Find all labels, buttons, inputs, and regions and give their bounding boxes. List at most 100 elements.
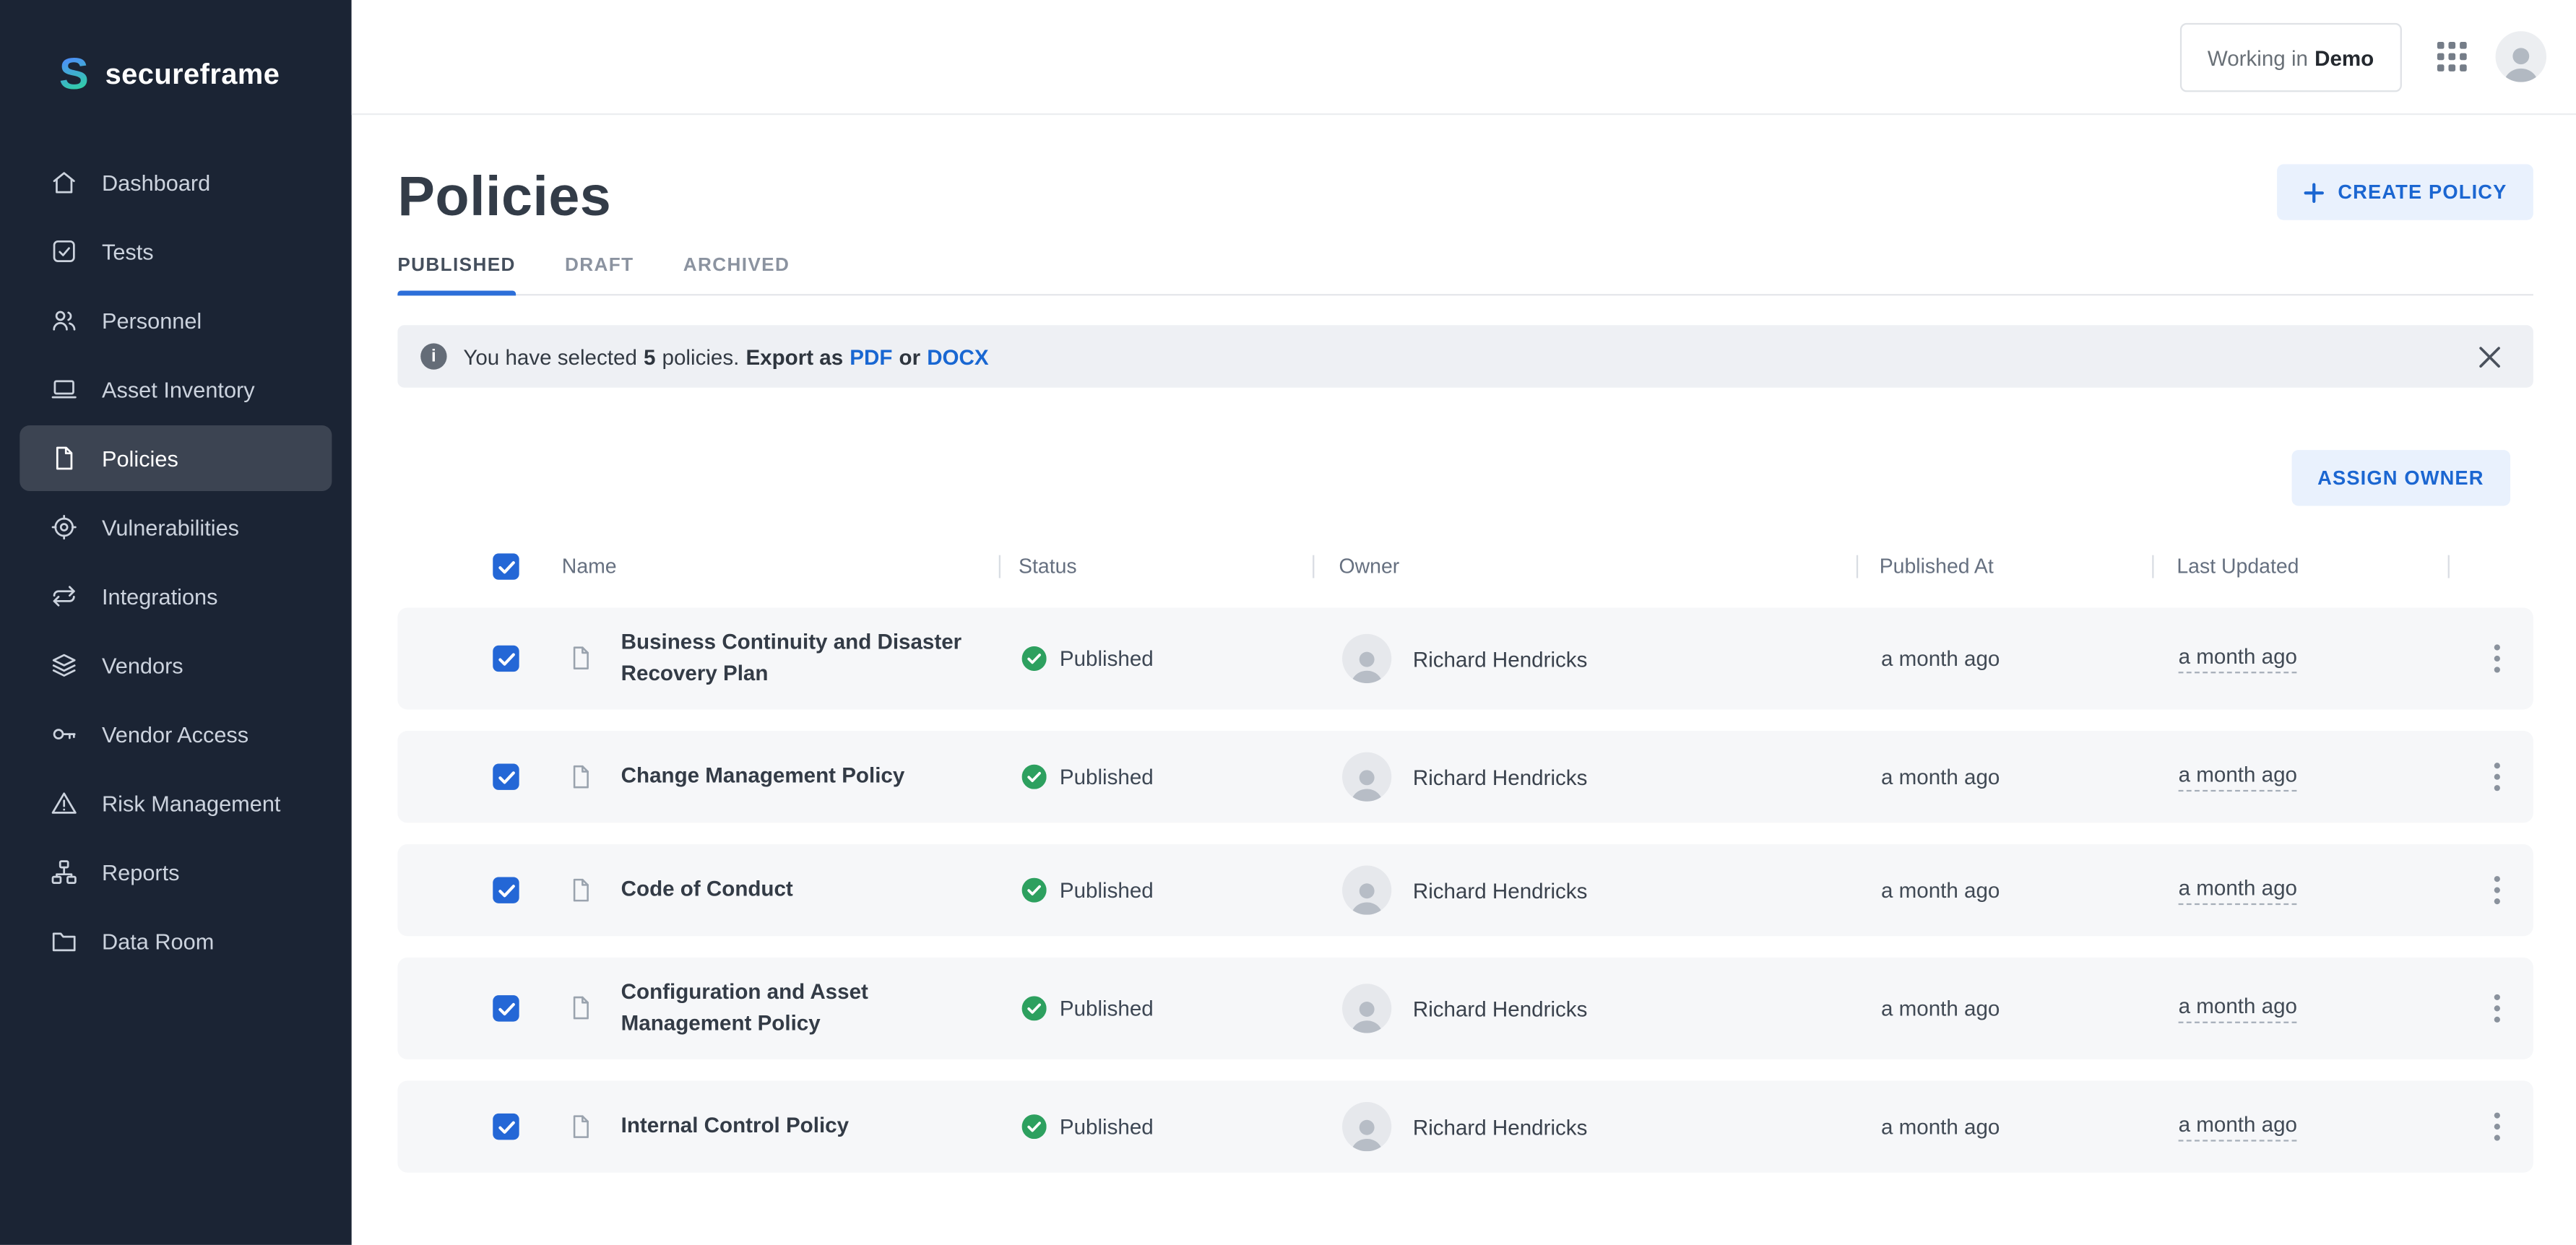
file-icon (567, 875, 595, 906)
row-checkbox[interactable] (493, 764, 519, 790)
column-header-last-updated[interactable]: Last Updated (2177, 555, 2299, 578)
home-icon (49, 168, 79, 197)
check-icon (497, 559, 515, 573)
published-at: a month ago (1881, 1114, 2000, 1139)
kebab-menu-icon (2494, 762, 2500, 791)
row-menu-button[interactable] (2484, 752, 2510, 802)
sidebar-item-vulnerabilities[interactable]: Vulnerabilities (20, 495, 332, 560)
last-updated[interactable]: a month ago (2179, 994, 2297, 1023)
owner-name: Richard Hendricks (1413, 1114, 1588, 1139)
select-all-checkbox[interactable] (493, 553, 519, 579)
sidebar-item-tests[interactable]: Tests (20, 218, 332, 284)
apps-grid-button[interactable] (2437, 41, 2468, 72)
table-row[interactable]: Internal Control Policy Published Richar… (397, 1080, 2533, 1172)
last-updated[interactable]: a month ago (2179, 1112, 2297, 1142)
sidebar-item-data-room[interactable]: Data Room (20, 908, 332, 974)
document-icon (49, 443, 79, 473)
sidebar-item-label: Risk Management (102, 791, 280, 815)
tab-draft[interactable]: DRAFT (565, 256, 634, 294)
row-menu-button[interactable] (2484, 866, 2510, 915)
plus-icon (2304, 181, 2325, 203)
brand-logo[interactable]: S secureframe (0, 0, 352, 97)
export-docx-link[interactable]: DOCX (927, 344, 988, 368)
person-icon (1347, 1115, 1387, 1151)
last-updated[interactable]: a month ago (2179, 762, 2297, 791)
row-checkbox[interactable] (493, 995, 519, 1021)
key-icon (49, 719, 79, 749)
published-at: a month ago (1881, 646, 2000, 671)
banner-prefix: You have selected (463, 344, 637, 368)
row-checkbox[interactable] (493, 877, 519, 903)
sidebar-item-integrations[interactable]: Integrations (20, 563, 332, 629)
policy-name[interactable]: Business Continuity and Disaster Recover… (621, 628, 982, 690)
file-icon (567, 643, 595, 674)
row-menu-button[interactable] (2484, 634, 2510, 683)
select-all-checkbox-wrap (493, 553, 519, 579)
sidebar-item-vendor-access[interactable]: Vendor Access (20, 701, 332, 767)
column-divider (2448, 555, 2450, 578)
tab-published[interactable]: PUBLISHED (397, 256, 515, 294)
sidebar-item-asset-inventory[interactable]: Asset Inventory (20, 357, 332, 422)
checklist-icon (49, 236, 79, 266)
person-icon (1347, 765, 1387, 802)
last-updated[interactable]: a month ago (2179, 875, 2297, 905)
create-policy-button[interactable]: CREATE POLICY (2277, 164, 2533, 220)
sidebar-item-label: Integrations (102, 584, 217, 608)
sidebar-nav: Dashboard Tests Personnel Asset Inventor… (0, 149, 352, 974)
column-divider (1313, 555, 1314, 578)
sidebar: S secureframe Dashboard Tests Personnel … (0, 0, 352, 1245)
info-icon: i (420, 343, 446, 369)
sidebar-item-label: Personnel (102, 308, 202, 332)
check-icon (497, 651, 515, 666)
row-menu-button[interactable] (2484, 1102, 2510, 1151)
export-pdf-link[interactable]: PDF (850, 344, 892, 368)
check-icon (497, 882, 515, 897)
tab-archived[interactable]: ARCHIVED (683, 256, 790, 294)
last-updated[interactable]: a month ago (2179, 643, 2297, 673)
banner-close-button[interactable] (2468, 335, 2510, 378)
column-header-name[interactable]: Name (562, 555, 617, 578)
sidebar-item-dashboard[interactable]: Dashboard (20, 149, 332, 215)
sidebar-item-vendors[interactable]: Vendors (20, 633, 332, 698)
sidebar-item-label: Asset Inventory (102, 377, 255, 402)
status-badge: Published (1060, 996, 1154, 1020)
status-badge: Published (1060, 765, 1154, 789)
row-menu-button[interactable] (2484, 984, 2510, 1033)
file-icon (567, 993, 595, 1024)
sidebar-item-policies[interactable]: Policies (20, 425, 332, 491)
sidebar-item-label: Vendors (102, 653, 183, 677)
kebab-menu-icon (2494, 1112, 2500, 1142)
table-row[interactable]: Business Continuity and Disaster Recover… (397, 607, 2533, 709)
person-icon (1347, 997, 1387, 1033)
policy-name[interactable]: Code of Conduct (621, 875, 982, 906)
column-divider (2152, 555, 2153, 578)
sidebar-item-label: Tests (102, 239, 154, 264)
table-row[interactable]: Change Management Policy Published Richa… (397, 731, 2533, 823)
policy-tabs: PUBLISHED DRAFT ARCHIVED (397, 256, 2533, 296)
sidebar-item-risk-management[interactable]: Risk Management (20, 771, 332, 836)
table-row[interactable]: Configuration and Asset Management Polic… (397, 958, 2533, 1059)
laptop-icon (49, 375, 79, 404)
sidebar-item-personnel[interactable]: Personnel (20, 287, 332, 353)
policy-name[interactable]: Configuration and Asset Management Polic… (621, 978, 982, 1040)
table-row[interactable]: Code of Conduct Published Richard Hendri… (397, 844, 2533, 936)
check-icon (497, 769, 515, 784)
assign-owner-button[interactable]: ASSIGN OWNER (2291, 450, 2510, 506)
owner-name: Richard Hendricks (1413, 878, 1588, 903)
sidebar-item-reports[interactable]: Reports (20, 839, 332, 905)
row-checkbox[interactable] (493, 1114, 519, 1140)
policy-name[interactable]: Change Management Policy (621, 761, 982, 792)
policy-name[interactable]: Internal Control Policy (621, 1111, 982, 1142)
column-header-published-at[interactable]: Published At (1880, 555, 1994, 578)
row-checkbox[interactable] (493, 646, 519, 672)
owner-name: Richard Hendricks (1413, 996, 1588, 1020)
column-header-status[interactable]: Status (1019, 555, 1077, 578)
workspace-selector[interactable]: Working in Demo (2179, 23, 2402, 92)
layers-icon (49, 651, 79, 680)
column-header-owner[interactable]: Owner (1339, 555, 1399, 578)
sidebar-item-label: Policies (102, 446, 178, 470)
topbar: Working in Demo (352, 0, 2576, 115)
column-divider (999, 555, 1000, 578)
user-avatar[interactable] (2496, 31, 2547, 82)
app-window: S secureframe Dashboard Tests Personnel … (0, 0, 2576, 1245)
